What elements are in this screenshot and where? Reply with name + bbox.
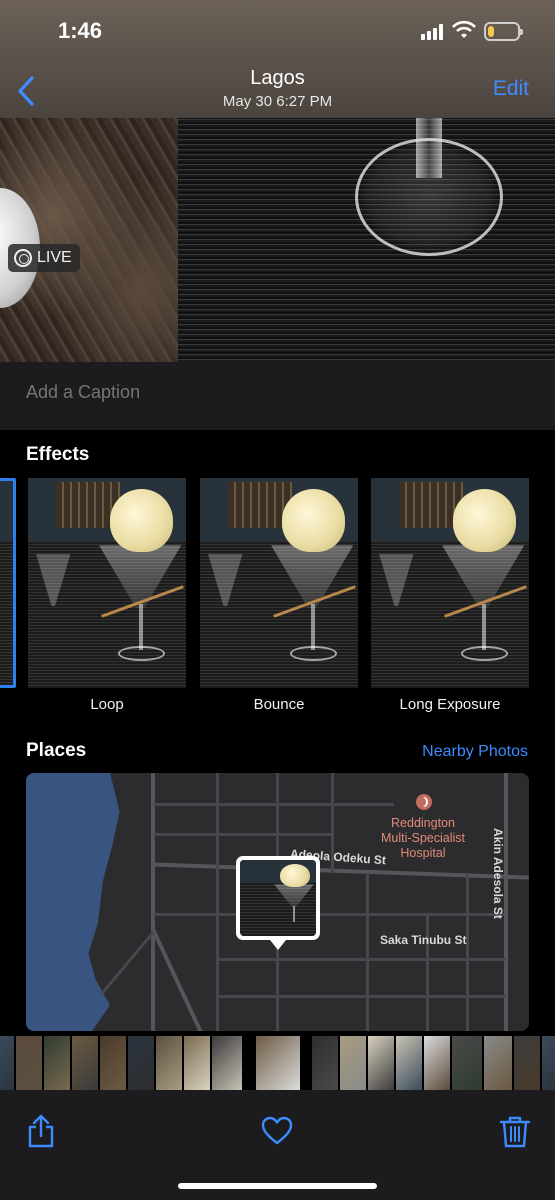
map-road — [154, 833, 334, 836]
water-area — [26, 773, 120, 1031]
filmstrip-thumbnail[interactable] — [44, 1036, 70, 1090]
effect-loop-label: Loop — [90, 696, 124, 713]
filmstrip-thumbnail[interactable] — [484, 1036, 512, 1090]
filmstrip-thumbnail[interactable] — [72, 1036, 98, 1090]
filmstrip-thumbnail[interactable] — [184, 1036, 210, 1090]
hospital-poi-label: Reddington Multi-Specialist Hospital — [380, 816, 466, 860]
map-road — [366, 873, 369, 1031]
filmstrip-thumbnail[interactable] — [256, 1036, 300, 1090]
placemat — [178, 118, 555, 362]
top-bar: 1:46 Lagos May 30 6:27 PM Edit — [0, 0, 555, 118]
map-road — [154, 862, 529, 880]
map-road — [216, 995, 506, 998]
filmstrip-thumbnail[interactable] — [368, 1036, 394, 1090]
heart-icon[interactable] — [260, 1114, 294, 1148]
filmstrip-thumbnail[interactable] — [396, 1036, 422, 1090]
caption-area — [0, 362, 555, 430]
photo-filmstrip[interactable] — [0, 1036, 555, 1090]
caption-input[interactable] — [26, 382, 526, 403]
map-road — [466, 873, 469, 1031]
hospital-icon — [416, 794, 432, 810]
filmstrip-thumbnail[interactable] — [100, 1036, 126, 1090]
pin-photo-thumbnail — [240, 860, 316, 936]
glass-base — [355, 138, 503, 256]
share-icon[interactable] — [24, 1114, 58, 1148]
filmstrip-thumbnail[interactable] — [542, 1036, 555, 1090]
filmstrip-thumbnail[interactable] — [16, 1036, 42, 1090]
map[interactable]: Reddington Multi-Specialist Hospital Ade… — [26, 773, 529, 1031]
effect-long-exposure-label: Long Exposure — [399, 696, 501, 713]
map-photo-pin[interactable] — [236, 856, 320, 950]
status-time: 1:46 — [58, 18, 103, 43]
battery-icon — [484, 22, 523, 41]
map-road — [216, 773, 219, 1031]
photo-datetime: May 30 6:27 PM — [222, 93, 333, 110]
map-road — [150, 927, 206, 1031]
effect-long-exposure-thumb[interactable] — [371, 478, 529, 688]
filmstrip-thumbnail[interactable] — [514, 1036, 540, 1090]
trash-icon[interactable] — [498, 1114, 532, 1148]
map-road — [154, 803, 394, 806]
photo-view[interactable]: LIVE — [0, 118, 555, 362]
live-label: LIVE — [37, 249, 72, 266]
edit-button[interactable]: Edit — [493, 77, 529, 101]
effects-title: Effects — [26, 444, 90, 465]
filmstrip-thumbnail[interactable] — [424, 1036, 450, 1090]
battery-level — [488, 26, 494, 37]
effect-loop-thumb[interactable] — [28, 478, 186, 688]
map-road — [154, 913, 504, 916]
live-badge[interactable]: LIVE — [8, 244, 80, 272]
photo-location-title: Lagos — [250, 67, 305, 89]
wifi-icon — [452, 20, 476, 38]
filmstrip-thumbnail[interactable] — [156, 1036, 182, 1090]
filmstrip-thumbnail[interactable] — [128, 1036, 154, 1090]
map-road — [100, 931, 155, 995]
nearby-photos-link[interactable]: Nearby Photos — [422, 743, 528, 761]
places-title: Places — [26, 740, 87, 761]
effect-live-thumb[interactable] — [0, 478, 16, 688]
filmstrip-thumbnail[interactable] — [212, 1036, 242, 1090]
cellular-signal-icon — [421, 24, 445, 40]
live-photo-icon — [14, 249, 32, 267]
filmstrip-thumbnail[interactable] — [452, 1036, 482, 1090]
street-label-saka-tinubu: Saka Tinubu St — [380, 933, 467, 947]
home-indicator — [178, 1183, 377, 1189]
effect-bounce-label: Bounce — [253, 696, 305, 713]
street-label-akin-adesola: Akin Adesola St — [491, 828, 505, 919]
effect-bounce-thumb[interactable] — [200, 478, 358, 688]
map-road — [216, 958, 506, 961]
map-road — [426, 913, 429, 1031]
filmstrip-thumbnail[interactable] — [0, 1036, 14, 1090]
filmstrip-thumbnail[interactable] — [340, 1036, 366, 1090]
map-road — [151, 773, 155, 1031]
filmstrip-thumbnail[interactable] — [312, 1036, 338, 1090]
